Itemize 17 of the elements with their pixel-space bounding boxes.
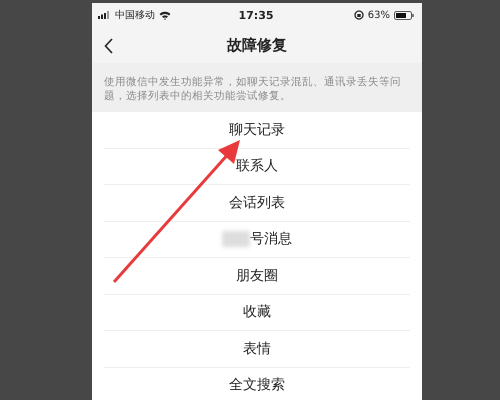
battery-icon: [394, 10, 414, 20]
page-title: 故障修复: [227, 36, 287, 54]
description-text: 使用微信中发生功能异常，如聊天记录混乱、通讯录丢失等问题，选择列表中的相关功能尝试修复。: [104, 75, 402, 103]
clock-time: 17:35: [238, 8, 274, 22]
battery-percent: 63%: [368, 10, 390, 20]
rotation-lock-icon: [354, 10, 364, 20]
signal-icon: [98, 11, 111, 19]
wifi-icon: [159, 10, 171, 20]
list-item[interactable]: 收藏: [104, 294, 410, 331]
list-item[interactable]: 号消息: [104, 222, 410, 258]
list-item[interactable]: 朋友圈: [104, 258, 410, 294]
list-item[interactable]: 全文搜索: [104, 368, 410, 400]
back-icon[interactable]: [104, 38, 113, 54]
blurred-patch: [222, 231, 250, 248]
list-item[interactable]: 会话列表: [104, 185, 410, 222]
list-item[interactable]: 表情: [104, 331, 410, 368]
carrier-label: 中国移动: [115, 8, 155, 22]
